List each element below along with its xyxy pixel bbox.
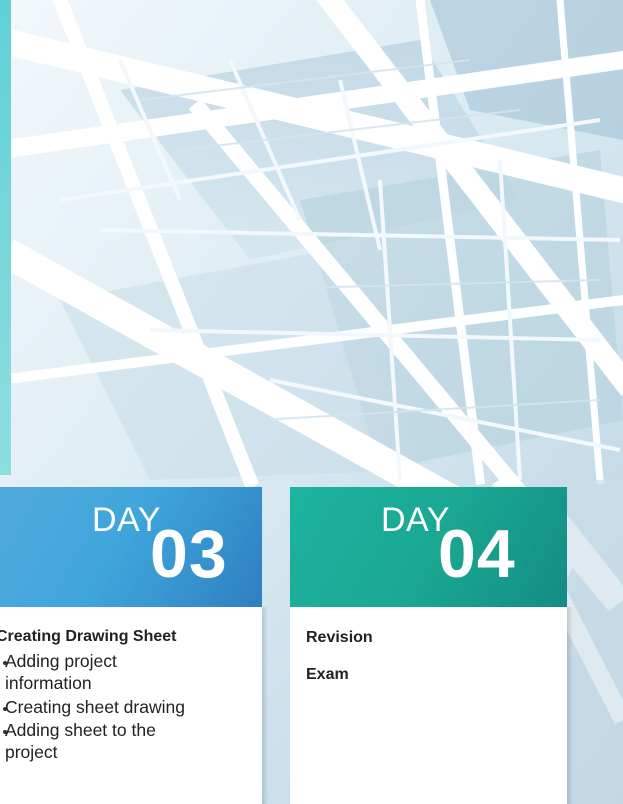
day-03-item-2-line-1: Creating sheet drawing <box>5 697 185 717</box>
day-04-entry-exam: Exam <box>306 666 349 683</box>
card-divider-shadow <box>262 607 268 804</box>
left-accent-bar <box>0 0 11 475</box>
day-03-number: 03 <box>150 516 228 592</box>
day-03-title: Creating Drawing Sheet <box>0 628 177 645</box>
day-03-item-1-line-2: information <box>5 673 92 693</box>
day-03-item-3-line-2: project <box>5 742 58 762</box>
day-03-content-panel: Creating Drawing Sheet Adding project in… <box>0 607 262 804</box>
day-04-content-panel: Revision Exam <box>290 607 567 804</box>
day-04-banner: DAY 04 <box>290 487 567 618</box>
day-03-item-1-line-1: Adding project <box>5 651 117 671</box>
day-04-entry-revision: Revision <box>306 629 373 646</box>
card-divider-shadow <box>567 607 573 804</box>
day-03-item-3-line-1: Adding sheet to the <box>5 720 156 740</box>
day-03-banner: DAY 03 <box>0 487 262 618</box>
day-04-number: 04 <box>438 516 516 592</box>
